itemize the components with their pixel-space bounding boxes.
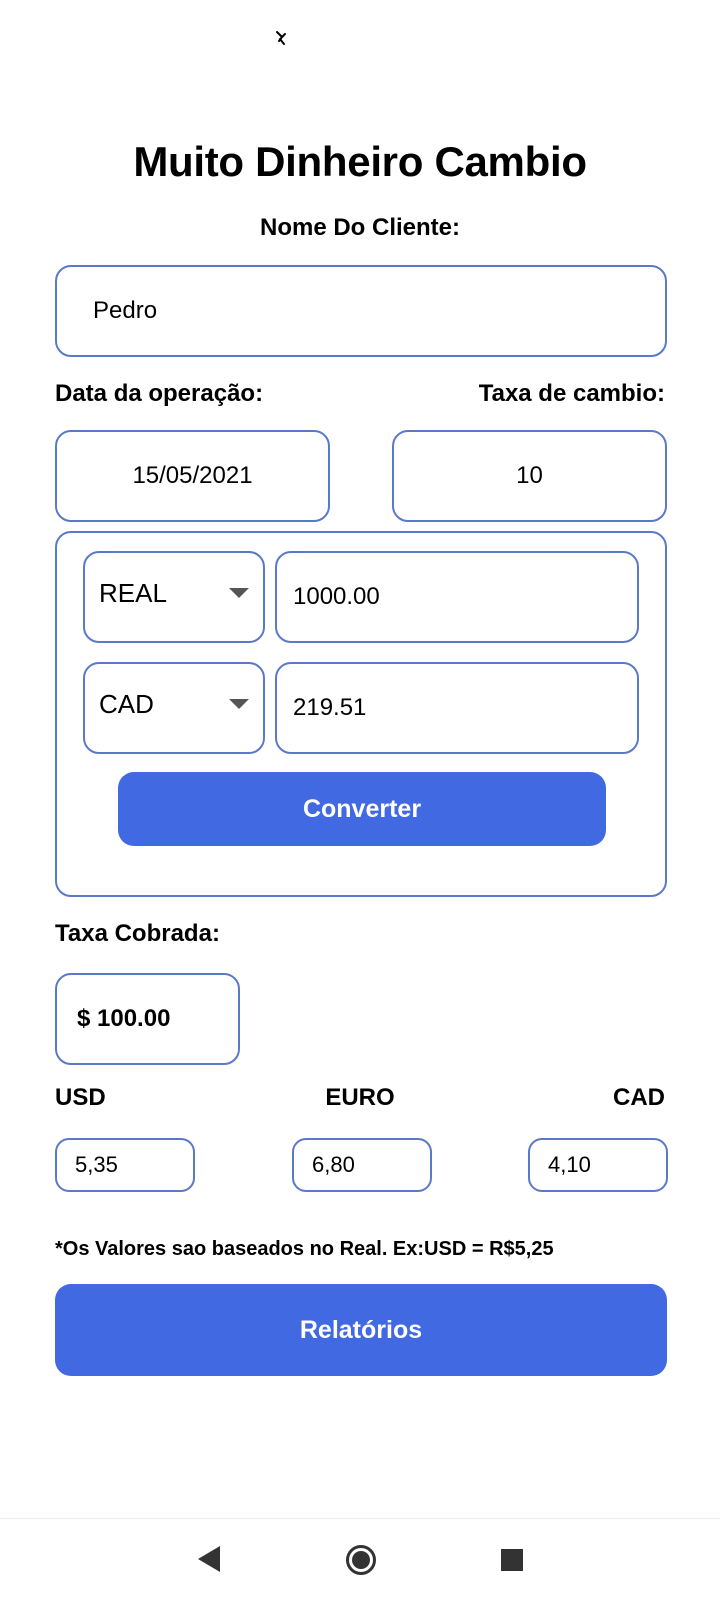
exchange-rate-input[interactable]: 10: [392, 430, 667, 522]
operation-date-label: Data da operação:: [55, 380, 264, 407]
fee-label: Taxa Cobrada:: [55, 920, 220, 947]
client-name-input[interactable]: Pedro: [55, 265, 667, 357]
app-screen: Muito Dinheiro Cambio Nome Do Cliente: P…: [0, 0, 720, 1600]
to-currency-value: CAD: [99, 688, 154, 719]
usd-rate-input[interactable]: 5,35: [55, 1138, 195, 1192]
status-bar-icon: [276, 31, 286, 45]
operation-date-value: 15/05/2021: [132, 462, 253, 489]
exchange-rate-label: Taxa de cambio:: [478, 380, 665, 407]
exchange-rate-value: 10: [516, 462, 543, 489]
to-amount-value: 219.51: [293, 694, 367, 721]
from-currency-select[interactable]: REAL: [83, 551, 265, 643]
convert-button[interactable]: Converter: [118, 772, 606, 846]
back-triangle-icon[interactable]: [196, 1544, 222, 1574]
fee-field[interactable]: $ 100.00: [55, 973, 240, 1065]
from-amount-value: 1000.00: [293, 583, 380, 610]
cad-rate-value: 4,10: [548, 1152, 591, 1177]
chevron-down-icon: [229, 699, 249, 709]
usd-rate-value: 5,35: [75, 1152, 118, 1177]
from-currency-value: REAL: [99, 577, 167, 608]
euro-label: EURO: [325, 1084, 395, 1111]
usd-label: USD: [55, 1084, 106, 1111]
to-amount-input[interactable]: 219.51: [275, 662, 639, 754]
operation-date-input[interactable]: 15/05/2021: [55, 430, 330, 522]
client-name-label: Nome Do Cliente:: [259, 214, 460, 241]
from-amount-input[interactable]: 1000.00: [275, 551, 639, 643]
to-currency-select[interactable]: CAD: [83, 662, 265, 754]
page-title: Muito Dinheiro Cambio: [133, 138, 587, 185]
recent-square-icon[interactable]: [500, 1548, 524, 1572]
chevron-down-icon: [229, 588, 249, 598]
euro-rate-input[interactable]: 6,80: [292, 1138, 432, 1192]
client-name-value: Pedro: [93, 297, 158, 324]
fee-value: $ 100.00: [77, 1005, 171, 1032]
home-circle-icon[interactable]: [345, 1544, 377, 1576]
rates-note: *Os Valores sao baseados no Real. Ex:USD…: [55, 1238, 554, 1260]
cad-label: CAD: [613, 1084, 665, 1111]
cad-rate-input[interactable]: 4,10: [528, 1138, 668, 1192]
euro-rate-value: 6,80: [312, 1152, 355, 1177]
reports-button[interactable]: Relatórios: [55, 1284, 667, 1376]
